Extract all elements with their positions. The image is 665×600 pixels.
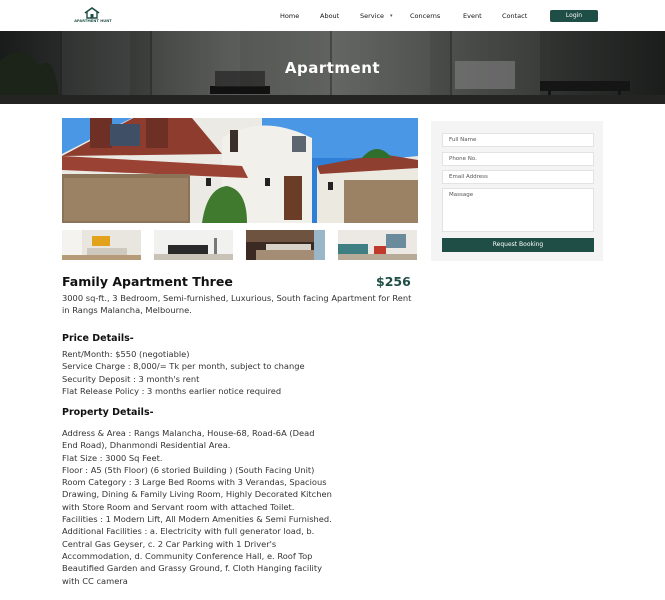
price-detail-line: Flat Release Policy : 3 months earlier n… — [62, 385, 282, 396]
property-detail-line: with Store Room and Servant room with at… — [62, 501, 295, 512]
message-field[interactable]: Massage — [442, 188, 594, 232]
booking-form: Full Name Phone No. Email Address Massag… — [431, 121, 603, 261]
property-detail-line: Drawing, Dining & Family Living Room, Hi… — [62, 489, 332, 500]
property-detail-line: Room Category : 3 Large Bed Rooms with 3… — [62, 477, 327, 488]
request-booking-button[interactable]: Request Booking — [442, 238, 594, 252]
thumbnail-living-room-1[interactable] — [62, 230, 141, 260]
property-detail-line: with CC camera — [62, 575, 128, 586]
property-details-list: Address & Area : Rangs Malancha, House-6… — [62, 427, 418, 587]
nav-about[interactable]: About — [320, 12, 339, 20]
brand-logo[interactable]: APARTMENT HUNT — [74, 7, 112, 25]
nav-concerns[interactable]: Concerns — [410, 12, 440, 20]
property-detail-line: Additional Facilities : a. Electricity w… — [62, 526, 315, 537]
price-details-heading: Price Details- — [62, 333, 134, 344]
price-detail-line: Security Deposit : 3 month's rent — [62, 373, 200, 384]
listing-summary: 3000 sq-ft., 3 Bedroom, Semi-furnished, … — [62, 293, 412, 316]
nav-contact[interactable]: Contact — [502, 12, 527, 20]
hero-banner: Apartment — [0, 31, 665, 104]
main-property-photo[interactable] — [62, 118, 418, 223]
thumbnail-living-room-2[interactable] — [154, 230, 233, 260]
price-detail-line: Service Charge : 8,000/= Tk per month, s… — [62, 361, 305, 372]
chevron-down-icon[interactable]: ▾ — [390, 13, 393, 19]
property-detail-line: Accommodation, d. Community Conference H… — [62, 550, 313, 561]
thumbnail-lounge[interactable] — [338, 230, 417, 260]
price-detail-line: Rent/Month: $550 (negotiable) — [62, 349, 190, 359]
property-detail-line: Floor : A5 (5th Floor) (6 storied Buildi… — [62, 464, 315, 475]
listing-title: Family Apartment Three — [62, 274, 233, 289]
email-field[interactable]: Email Address — [442, 170, 594, 184]
property-detail-line: End Road), Dhanmondi Residential Area. — [62, 440, 231, 451]
login-button[interactable]: Login — [550, 10, 598, 22]
property-detail-line: Flat Size : 3000 Sq Feet. — [62, 452, 163, 463]
property-detail-line: Facilities : 1 Modern Lift, All Modern A… — [62, 514, 332, 525]
property-detail-line: Beautified Garden and Grassy Ground, f. … — [62, 563, 323, 574]
property-detail-line: Central Gas Geyser, c. 2 Car Parking wit… — [62, 538, 277, 549]
property-detail-line: Address & Area : Rangs Malancha, House-6… — [62, 428, 315, 438]
page-title: Apartment — [284, 59, 381, 77]
full-name-field[interactable]: Full Name — [442, 133, 594, 147]
listing-price: $256 — [376, 274, 411, 289]
price-details-list: Rent/Month: $550 (negotiable) Service Ch… — [62, 348, 418, 397]
house-icon — [84, 7, 100, 19]
phone-field[interactable]: Phone No. — [442, 152, 594, 166]
nav-home[interactable]: Home — [280, 12, 299, 20]
property-details-heading: Property Details- — [62, 407, 154, 418]
thumbnail-kitchen[interactable] — [246, 230, 325, 260]
brand-name: APARTMENT HUNT — [74, 19, 112, 23]
top-navbar: APARTMENT HUNT Home About Service ▾ Conc… — [0, 0, 665, 31]
nav-event[interactable]: Event — [463, 12, 482, 20]
nav-service[interactable]: Service — [360, 12, 384, 20]
